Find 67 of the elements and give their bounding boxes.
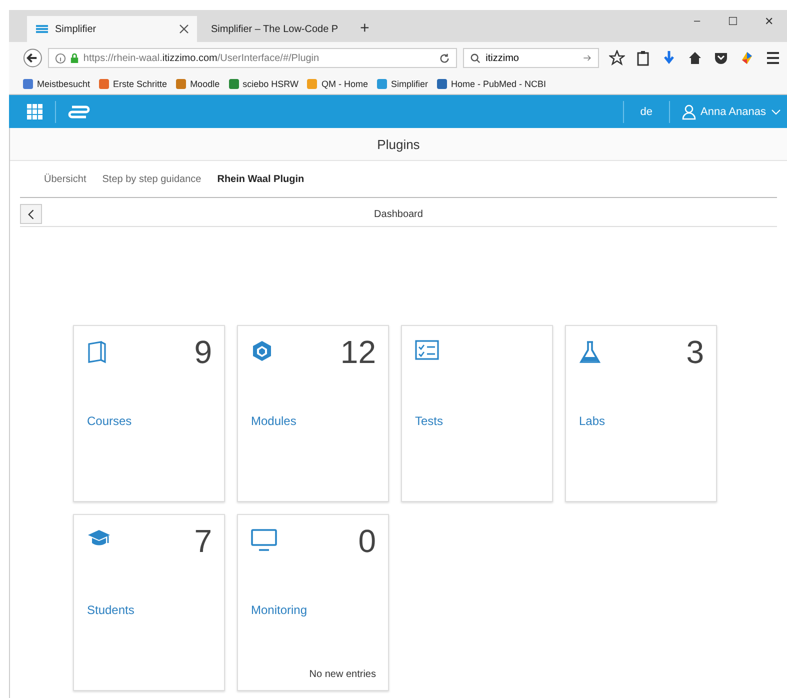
bookmark[interactable]: Simplifier bbox=[376, 79, 428, 89]
tile-count: 7 bbox=[194, 525, 212, 557]
home-icon[interactable] bbox=[687, 50, 703, 66]
user-icon bbox=[682, 104, 696, 120]
app-grid-icon[interactable] bbox=[27, 104, 43, 120]
bookmark[interactable]: Meistbesucht bbox=[23, 79, 90, 89]
window-control[interactable]: – bbox=[679, 10, 715, 32]
checklist-icon bbox=[415, 340, 439, 360]
dashboard-tile[interactable]: 0 Monitoring No new entries bbox=[237, 514, 389, 691]
flask-icon bbox=[579, 340, 601, 364]
browser-tab[interactable]: Simplifier – The Low-Code P bbox=[197, 16, 352, 42]
back-icon[interactable] bbox=[23, 48, 42, 68]
window-control[interactable]: ☐ bbox=[715, 10, 751, 32]
search-icon bbox=[470, 52, 481, 64]
bookmark[interactable]: Home - PubMed - NCBI bbox=[436, 79, 546, 89]
tile-count: 12 bbox=[340, 336, 376, 368]
extension-icon[interactable] bbox=[739, 50, 755, 66]
tile-title: Modules bbox=[251, 414, 298, 428]
stack-icon bbox=[35, 24, 49, 34]
reload-icon[interactable] bbox=[438, 52, 450, 64]
graduation-cap-icon bbox=[87, 529, 111, 547]
dashboard-tile[interactable]: 7 Students bbox=[73, 514, 225, 691]
lock-icon bbox=[70, 52, 80, 64]
cubes-icon bbox=[251, 340, 273, 362]
logo-icon[interactable] bbox=[68, 104, 90, 120]
tile-footer: No new entries bbox=[309, 669, 376, 680]
dashboard-tile[interactable]: 9 Courses bbox=[73, 325, 225, 502]
menu-icon[interactable] bbox=[765, 50, 781, 66]
tab-title: Simplifier – The Low-Code P bbox=[211, 24, 338, 34]
bookmark[interactable]: Erste Schritte bbox=[99, 79, 168, 89]
tile-title: Courses bbox=[87, 414, 133, 428]
bookmark[interactable]: sciebo HSRW bbox=[228, 79, 298, 89]
book-icon bbox=[87, 340, 107, 364]
download-icon[interactable] bbox=[661, 50, 677, 66]
nav-tab[interactable]: Step by step guidance bbox=[102, 174, 202, 184]
caret-icon bbox=[771, 108, 781, 114]
tile-title: Students bbox=[87, 603, 136, 617]
chevron-left-icon bbox=[28, 208, 34, 220]
bookmark[interactable]: Moodle bbox=[176, 79, 220, 89]
bookmark[interactable]: QM - Home bbox=[307, 79, 368, 89]
new-tab-button[interactable]: + bbox=[352, 16, 378, 42]
arrow-icon[interactable] bbox=[582, 53, 592, 63]
dashboard-tile[interactable]: 12 Modules bbox=[237, 325, 389, 502]
page-title: Plugins bbox=[10, 128, 787, 161]
shield-icon[interactable] bbox=[713, 50, 729, 66]
nav-tab[interactable]: Übersicht bbox=[44, 174, 86, 184]
tile-count: 0 bbox=[358, 525, 376, 557]
tile-title: Tests bbox=[415, 414, 444, 428]
search-field[interactable]: itizzimo bbox=[462, 48, 599, 68]
tile-title: Labs bbox=[579, 414, 606, 428]
dashboard-tile[interactable]: Tests bbox=[401, 325, 553, 502]
url-field[interactable]: https://rhein-waal.itizzimo.com/UserInterface/#/Plugin bbox=[48, 48, 457, 68]
subheader-title: Dashboard bbox=[373, 208, 424, 220]
star-icon[interactable] bbox=[609, 50, 625, 66]
browser-tab[interactable]: Simplifier bbox=[27, 16, 197, 42]
info-icon bbox=[55, 52, 66, 64]
dashboard-tile[interactable]: 3 Labs bbox=[565, 325, 717, 502]
tile-title: Monitoring bbox=[251, 603, 308, 617]
back-button[interactable] bbox=[20, 204, 42, 224]
monitor-icon bbox=[251, 529, 277, 551]
window-control[interactable]: ✕ bbox=[751, 10, 787, 32]
tile-count: 3 bbox=[686, 336, 704, 368]
tile-count: 9 bbox=[194, 336, 212, 368]
nav-tab[interactable]: Rhein Waal Plugin bbox=[217, 174, 304, 184]
clipboard-icon[interactable] bbox=[635, 50, 651, 66]
close-icon[interactable] bbox=[179, 24, 189, 34]
tab-title: Simplifier bbox=[55, 24, 98, 34]
